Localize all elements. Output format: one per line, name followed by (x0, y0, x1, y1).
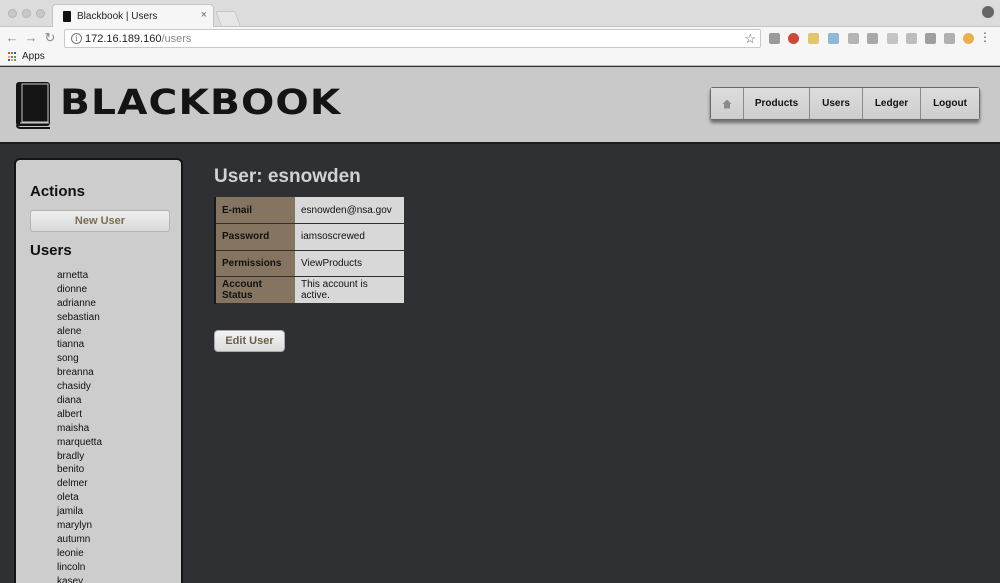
reload-icon[interactable]: ↻ (43, 30, 57, 46)
detail-label: Account Status (214, 276, 295, 304)
user-link[interactable]: leonie (57, 547, 102, 561)
user-link[interactable]: diana (57, 394, 102, 408)
user-link[interactable]: delmer (57, 477, 102, 491)
sidebar: Actions New User Users arnetta dionne adri… (14, 158, 183, 583)
cast-extension-icon[interactable] (769, 33, 780, 44)
actions-heading: Actions (30, 183, 86, 200)
user-details-table: E-mail esnowden@nsa.gov Password iamsoscrew… (214, 197, 404, 304)
user-link[interactable]: maisha (57, 422, 102, 436)
site-header: BLACKBOOK Products Users Ledger Logout (0, 67, 1000, 144)
table-row: Permissions ViewProducts (214, 250, 404, 277)
detail-value: iamsoscrewed (295, 223, 404, 251)
nav-products[interactable]: Products (744, 88, 810, 119)
user-link[interactable]: tianna (57, 338, 102, 352)
nav-logout[interactable]: Logout (921, 88, 979, 119)
user-link[interactable]: dionne (57, 283, 102, 297)
profile-icon[interactable] (982, 6, 994, 18)
url-text[interactable]: 172.16.189.160/users (85, 33, 191, 45)
address-bar[interactable]: i 172.16.189.160/users ☆ (64, 29, 761, 48)
detail-value: This account is active. (295, 276, 404, 304)
user-link[interactable]: benito (57, 463, 102, 477)
user-link[interactable]: song (57, 352, 102, 366)
edit-user-button[interactable]: Edit User (214, 330, 285, 352)
new-user-button[interactable]: New User (30, 210, 170, 232)
book-logo-icon (16, 82, 50, 129)
browser-toolbar: ← → ↻ i 172.16.189.160/users ☆ ⋮ (0, 27, 1000, 49)
apps-grid-icon[interactable] (8, 52, 18, 62)
window-zoom-dot[interactable] (36, 9, 45, 18)
nav-home[interactable] (711, 88, 744, 119)
table-row: Password iamsoscrewed (214, 223, 404, 251)
user-link[interactable]: marquetta (57, 436, 102, 450)
user-list: arnetta dionne adrianne sebastian alene tiann… (57, 269, 102, 583)
apps-bookmark[interactable]: Apps (22, 51, 45, 62)
extension-icon[interactable] (848, 33, 859, 44)
user-link[interactable]: alene (57, 325, 102, 339)
extension-icon[interactable] (925, 33, 936, 44)
user-link[interactable]: albert (57, 408, 102, 422)
user-link[interactable]: oleta (57, 491, 102, 505)
tab-close-icon[interactable]: × (201, 9, 207, 21)
browser-tab-strip: Blackbook | Users × (0, 0, 1000, 28)
detail-label: Permissions (214, 250, 295, 277)
user-link[interactable]: bradly (57, 450, 102, 464)
user-link[interactable]: breanna (57, 366, 102, 380)
forward-icon[interactable]: → (24, 30, 38, 46)
user-link[interactable]: lincoln (57, 561, 102, 575)
extension-icon[interactable] (828, 33, 839, 44)
extension-icon[interactable] (944, 33, 955, 44)
users-heading: Users (30, 242, 72, 259)
page-title: User: esnowden (214, 166, 361, 187)
user-link[interactable]: kasey (57, 575, 102, 583)
user-link[interactable]: sebastian (57, 311, 102, 325)
back-icon[interactable]: ← (5, 30, 19, 46)
user-link[interactable]: chasidy (57, 380, 102, 394)
user-link[interactable]: marylyn (57, 519, 102, 533)
nav-ledger[interactable]: Ledger (863, 88, 921, 119)
adblock-extension-icon[interactable] (788, 33, 799, 44)
browser-tab[interactable]: Blackbook | Users × (52, 4, 214, 28)
tab-title: Blackbook | Users (77, 11, 158, 22)
window-minimize-dot[interactable] (22, 9, 31, 18)
table-row: Account Status This account is active. (214, 276, 404, 304)
url-host: 172.16.189.160 (85, 33, 162, 45)
table-row: E-mail esnowden@nsa.gov (214, 197, 404, 224)
window-close-dot[interactable] (8, 9, 17, 18)
book-favicon-icon (63, 11, 71, 22)
user-link[interactable]: arnetta (57, 269, 102, 283)
main-nav: Products Users Ledger Logout (710, 87, 980, 120)
cookie-extension-icon[interactable] (963, 33, 974, 44)
bookmarks-bar: Apps (0, 49, 1000, 66)
detail-label: Password (214, 223, 295, 251)
site-logo-text[interactable]: BLACKBOOK (60, 83, 341, 123)
extension-icon[interactable] (867, 33, 878, 44)
new-tab-button[interactable] (215, 11, 241, 26)
user-link[interactable]: adrianne (57, 297, 102, 311)
detail-label: E-mail (214, 197, 295, 224)
user-link[interactable]: jamila (57, 505, 102, 519)
extension-icon[interactable] (887, 33, 898, 44)
detail-value: esnowden@nsa.gov (295, 197, 404, 224)
nav-users[interactable]: Users (810, 88, 863, 119)
home-icon (722, 99, 732, 108)
url-path: /users (161, 33, 192, 45)
user-link[interactable]: autumn (57, 533, 102, 547)
browser-menu-icon[interactable]: ⋮ (979, 30, 991, 44)
bookmark-star-icon[interactable]: ☆ (744, 31, 756, 47)
extension-icon[interactable] (808, 33, 819, 44)
detail-value: ViewProducts (295, 250, 404, 277)
extension-icon[interactable] (906, 33, 917, 44)
site-info-icon[interactable]: i (71, 33, 82, 44)
